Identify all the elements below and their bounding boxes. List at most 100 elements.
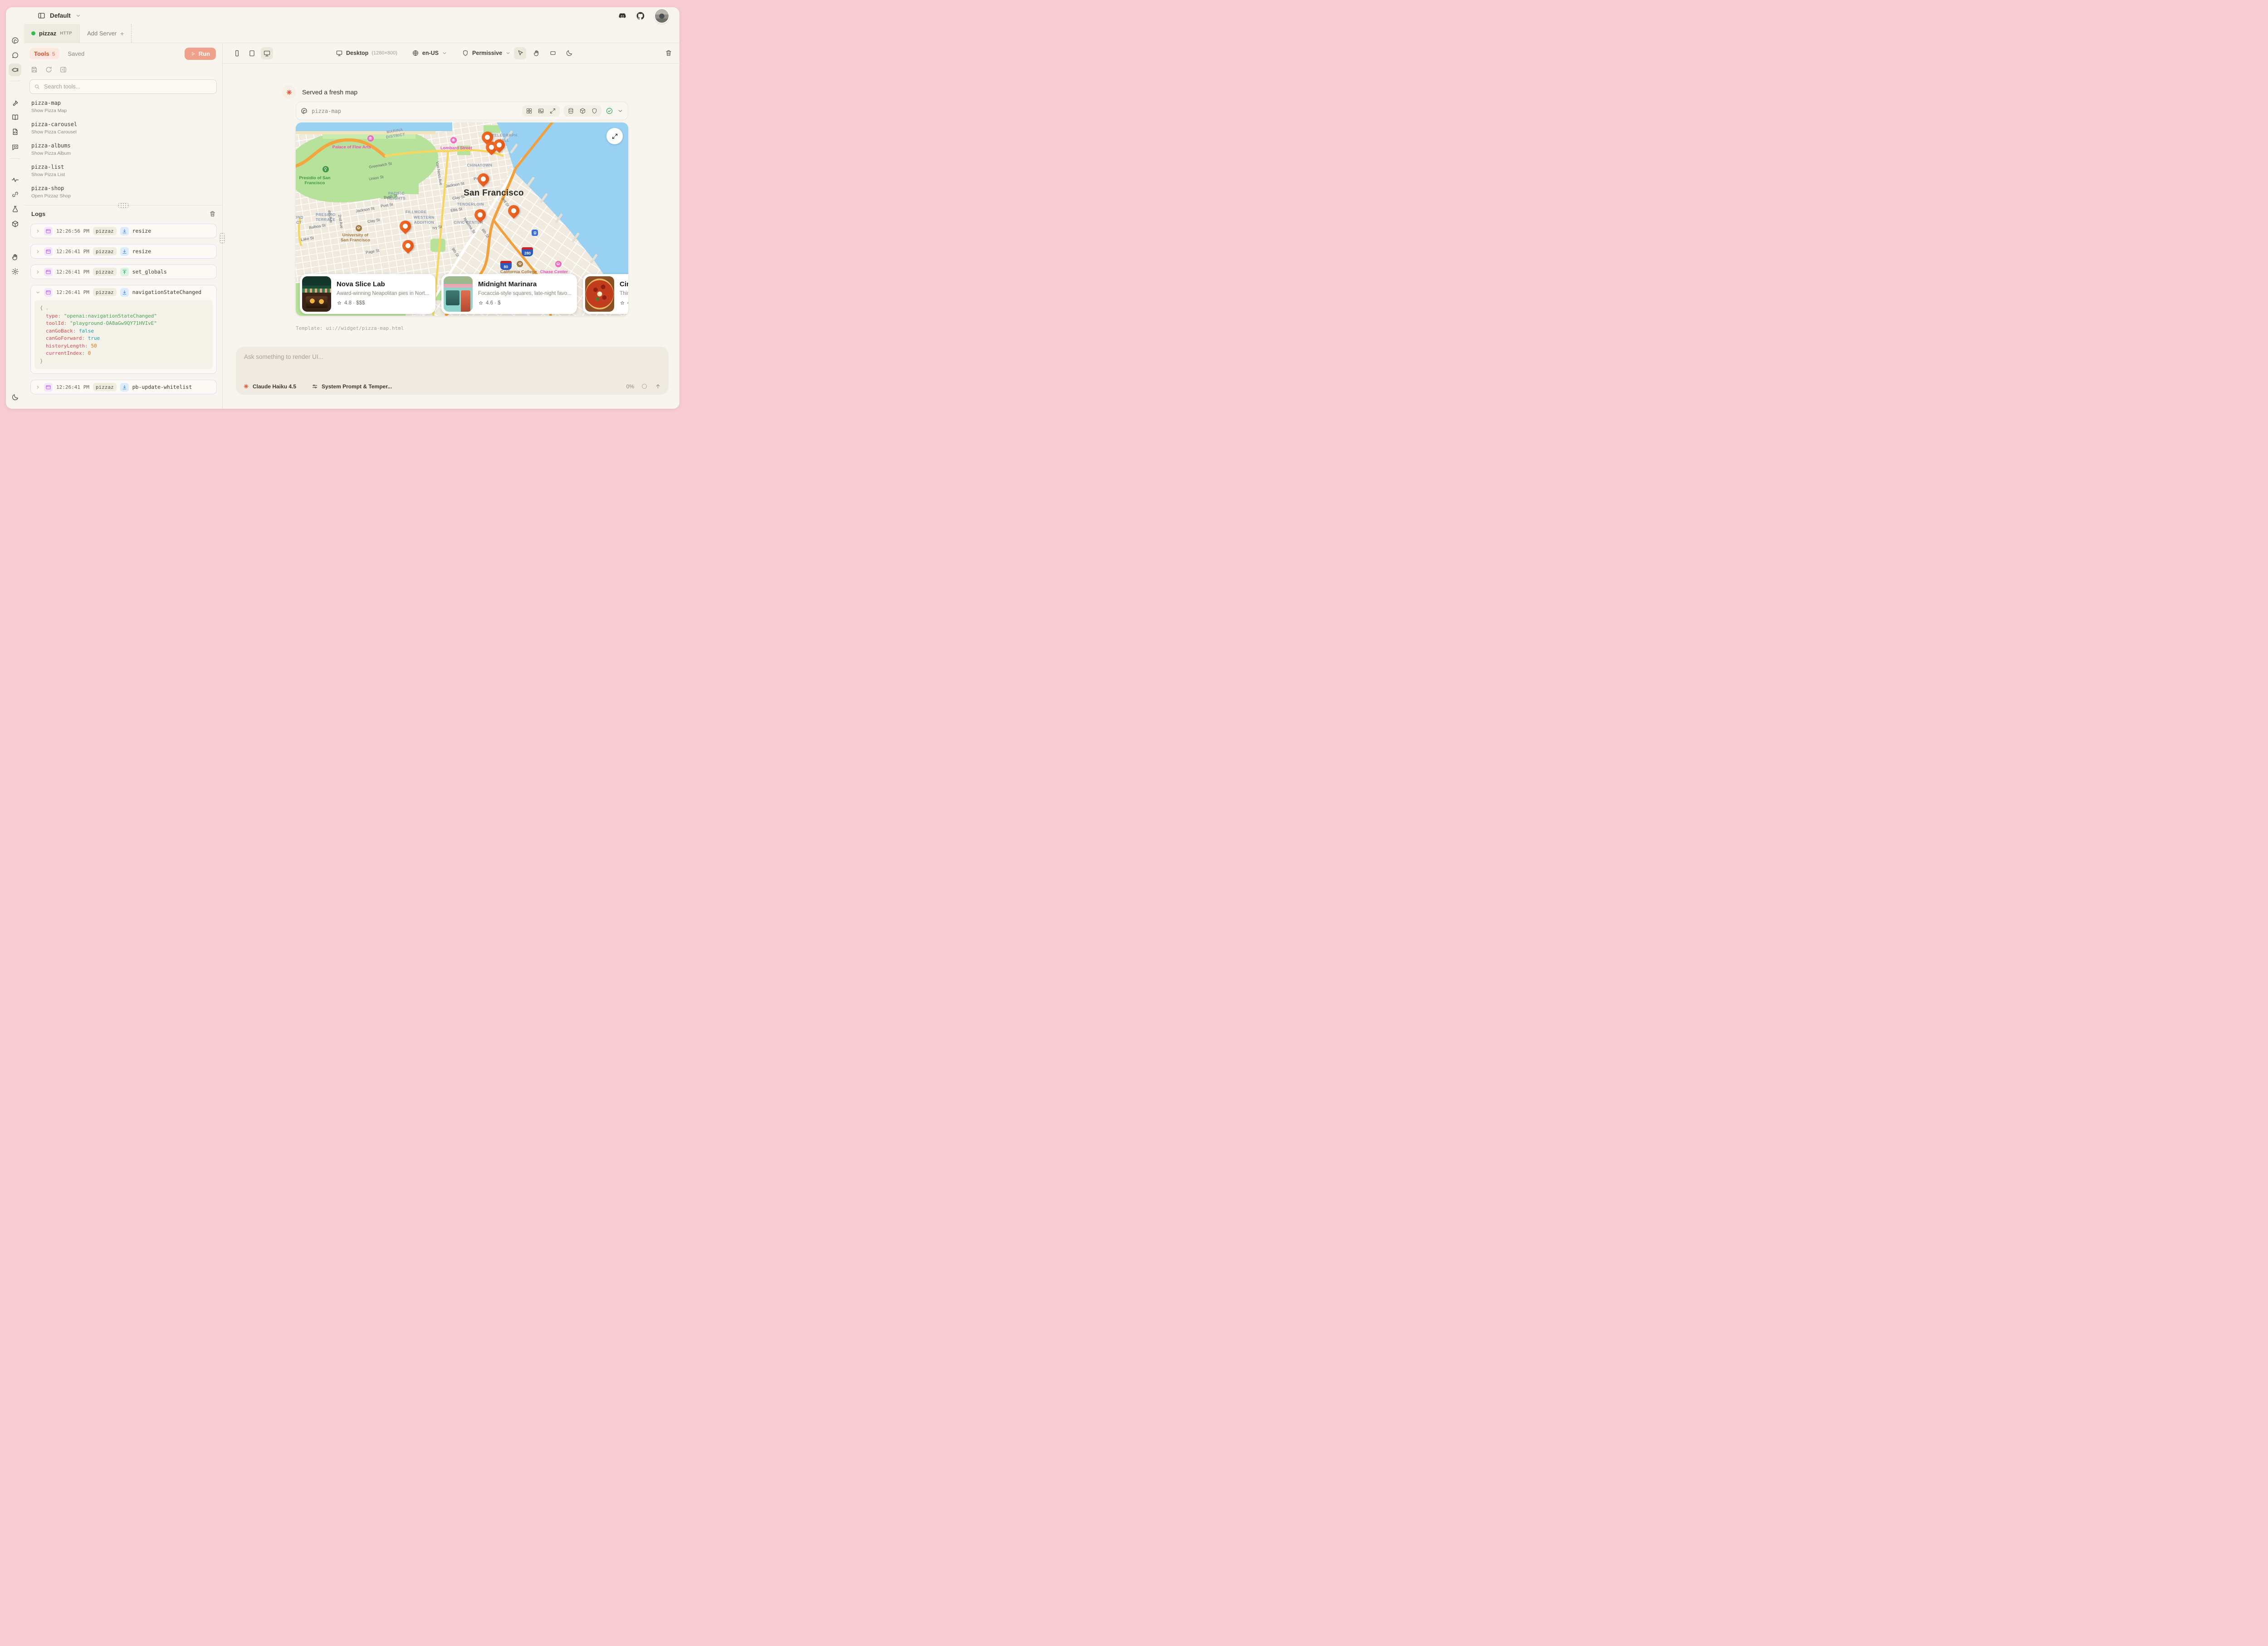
drag-grip-icon[interactable] <box>118 203 129 208</box>
rail-divider <box>10 158 20 159</box>
run-button[interactable]: Run <box>185 48 216 60</box>
discord-icon[interactable] <box>618 11 627 20</box>
layout-grid-icon[interactable] <box>526 108 533 114</box>
tool-description: Show Pizza Album <box>31 151 216 156</box>
log-time: 12:26:41 PM <box>56 384 89 390</box>
image-frame-icon[interactable] <box>538 108 544 114</box>
tab-tools[interactable]: Tools 5 <box>29 48 59 59</box>
payload-field: currentIndex: 0 <box>40 350 207 358</box>
top-header: Default <box>6 7 679 24</box>
collapse-panel-icon[interactable] <box>59 66 67 73</box>
log-entry-expanded[interactable]: 12:26:41 PM pizzaz navigationStateChange… <box>30 285 217 374</box>
locale-selector[interactable]: en-US <box>422 50 439 56</box>
gear-icon[interactable] <box>9 265 21 278</box>
refresh-tools-icon[interactable] <box>45 66 53 73</box>
sidebar-toggle-icon[interactable] <box>38 12 45 20</box>
panel-splitter-horizontal[interactable] <box>24 205 222 206</box>
hand-tool-button[interactable] <box>530 47 543 59</box>
model-selector[interactable]: Claude Haiku 4.5 <box>253 383 296 390</box>
package-icon[interactable] <box>579 108 586 114</box>
tool-description: Show Pizza Map <box>31 108 216 113</box>
expand-chevron-icon[interactable] <box>35 229 40 234</box>
assistant-message: Served a fresh map <box>302 88 357 96</box>
search-input[interactable] <box>43 83 212 90</box>
log-entry[interactable]: 12:26:41 PM pizzaz pb-update-whitelist <box>30 380 217 394</box>
composer[interactable]: Claude Haiku 4.5 System Prompt & Temper.… <box>236 347 669 395</box>
tool-list-item[interactable]: pizza-list Show Pizza List <box>30 160 217 181</box>
tab-pizzaz[interactable]: pizzaz HTTP <box>24 24 80 43</box>
clear-logs-trash-icon[interactable] <box>209 211 216 217</box>
tab-saved[interactable]: Saved <box>68 50 84 57</box>
restaurant-card[interactable]: Midnight Marinara Focaccia-style squares… <box>441 274 577 314</box>
payload-field: canGoBack: false <box>40 328 207 335</box>
workspace-selector[interactable]: Default <box>50 12 71 19</box>
panel-splitter-vertical[interactable] <box>220 233 225 244</box>
message-code-icon[interactable] <box>9 141 21 153</box>
restaurant-rating: 4.8 · $$$ <box>344 300 365 306</box>
chat-icon[interactable] <box>9 49 21 61</box>
chevron-down-icon[interactable] <box>75 13 81 19</box>
tools-search[interactable] <box>29 79 217 94</box>
file-code-icon[interactable] <box>9 125 21 138</box>
device-tablet-button[interactable] <box>246 47 258 59</box>
activity-icon[interactable] <box>9 173 21 186</box>
pizza-map-widget[interactable]: MARINA DISTRICT TELEGRAPH HILL Palace of… <box>296 122 628 316</box>
hand-gesture-icon[interactable] <box>9 250 21 263</box>
monitor-icon <box>336 49 343 57</box>
expand-chevron-icon[interactable] <box>35 249 40 254</box>
context-usage: 0% <box>626 383 634 390</box>
expand-icon[interactable] <box>549 108 556 114</box>
log-entry[interactable]: 12:26:41 PM pizzaz resize <box>30 244 217 259</box>
device-label[interactable]: Desktop <box>346 50 368 56</box>
cube-icon[interactable] <box>9 217 21 230</box>
tool-list-item[interactable]: pizza-carousel Show Pizza Carousel <box>30 117 217 138</box>
logo-swirl-icon[interactable] <box>9 34 21 47</box>
system-prompt-settings[interactable]: System Prompt & Temper... <box>322 383 392 390</box>
flask-icon[interactable] <box>9 202 21 215</box>
pointer-tool-button[interactable] <box>514 47 526 59</box>
restaurant-card[interactable]: Cinc Thin- 4.5 <box>583 274 628 314</box>
tool-list-item[interactable]: pizza-albums Show Pizza Album <box>30 138 217 160</box>
highway-shield: 280 <box>522 247 533 256</box>
log-entry[interactable]: 12:26:41 PM pizzaz set_globals <box>30 265 217 279</box>
restaurant-photo <box>444 276 473 312</box>
tool-call-name: pizza-map <box>312 108 341 114</box>
composer-input[interactable] <box>243 353 663 375</box>
fish-icon[interactable] <box>9 64 21 76</box>
tool-list-item[interactable]: pizza-shop Open Pizzaz Shop <box>30 181 217 202</box>
chevron-down-icon[interactable] <box>617 108 623 114</box>
device-desktop-button[interactable] <box>261 47 273 59</box>
moon-theme-icon[interactable] <box>9 391 21 403</box>
restaurant-card[interactable]: Nova Slice Lab Award-winning Neapolitan … <box>300 274 435 314</box>
expand-chevron-icon[interactable] <box>35 385 40 390</box>
expand-chevron-icon[interactable] <box>35 269 40 274</box>
sliders-icon[interactable] <box>312 383 318 390</box>
device-phone-button[interactable] <box>231 47 243 59</box>
hammer-tools-icon[interactable] <box>9 97 21 109</box>
map-expand-button[interactable] <box>606 128 623 144</box>
dark-mode-button[interactable] <box>563 47 575 59</box>
save-tool-icon[interactable] <box>30 66 38 73</box>
globe-icon <box>412 49 419 57</box>
clear-preview-trash-icon[interactable] <box>665 49 672 57</box>
star-icon <box>337 300 342 306</box>
server-name: pizzaz <box>39 30 56 37</box>
log-event-name: set_globals <box>132 269 167 275</box>
direction-icon <box>120 247 129 256</box>
shield-icon[interactable] <box>591 108 598 114</box>
tool-list-item[interactable]: pizza-map Show Pizza Map <box>30 96 217 117</box>
book-docs-icon[interactable] <box>9 111 21 123</box>
database-icon[interactable] <box>567 108 574 114</box>
logs-title: Logs <box>31 211 45 217</box>
permission-selector[interactable]: Permissive <box>472 50 502 56</box>
github-icon[interactable] <box>636 11 645 20</box>
log-entry[interactable]: 12:26:56 PM pizzaz resize <box>30 224 217 238</box>
frame-tool-button[interactable] <box>547 47 559 59</box>
preview-canvas: Served a fresh map pizza-map <box>223 64 679 409</box>
avatar[interactable] <box>654 8 670 24</box>
link-icon[interactable] <box>9 188 21 201</box>
send-button[interactable] <box>655 383 661 390</box>
collapse-chevron-icon[interactable] <box>35 290 40 295</box>
tab-add-server[interactable]: Add Server + <box>80 24 132 43</box>
tool-call-bar[interactable]: pizza-map <box>296 102 628 120</box>
